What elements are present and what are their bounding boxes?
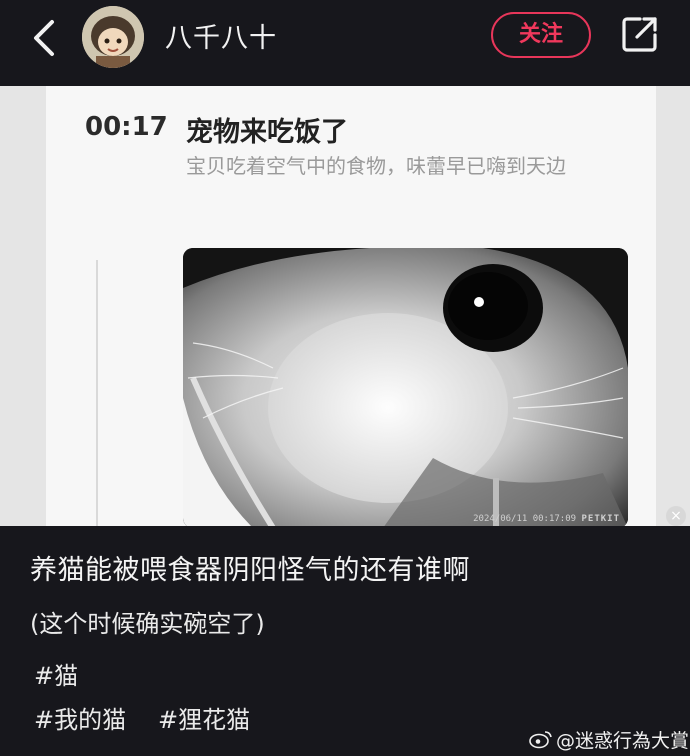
feeder-screenshot-card[interactable]: 00:17 宠物来吃饭了 宝贝吃着空气中的食物，味蕾早已嗨到天边 2024/06…	[0, 86, 690, 526]
avatar[interactable]	[82, 6, 144, 68]
camera-brand-label: PETKIT	[581, 514, 620, 524]
cat-closeup-image	[183, 248, 628, 526]
watermark: @迷惑行為大賞	[556, 730, 690, 752]
event-title: 宠物来吃饭了	[186, 117, 348, 148]
timeline-line	[96, 260, 98, 526]
hashtag-my-cat[interactable]: #我的猫	[34, 700, 126, 735]
follow-button[interactable]: 关注	[491, 12, 591, 58]
hashtag-cat[interactable]: #猫	[34, 656, 78, 691]
username[interactable]: 八千八十	[165, 16, 277, 55]
weibo-logo-icon	[529, 731, 552, 749]
close-icon[interactable]: ×	[666, 506, 686, 526]
timestamp-text: 2024/06/11 00:17:09	[473, 514, 577, 524]
top-bar: 八千八十 关注	[0, 0, 690, 86]
event-time: 00:17	[85, 112, 168, 142]
share-external-icon[interactable]	[620, 14, 660, 54]
photo-timestamp: 2024/06/11 00:17:09 PETKIT	[473, 514, 620, 524]
chevron-left-icon[interactable]	[28, 16, 60, 60]
hashtag-tabby-cat[interactable]: #狸花猫	[158, 700, 250, 735]
cat-camera-photo[interactable]: 2024/06/11 00:17:09 PETKIT	[183, 248, 628, 526]
post-title: 养猫能被喂食器阴阳怪气的还有谁啊	[30, 555, 470, 586]
post-body: (这个时候确实碗空了)	[30, 610, 265, 638]
event-description: 宝贝吃着空气中的食物，味蕾早已嗨到天边	[186, 154, 566, 178]
